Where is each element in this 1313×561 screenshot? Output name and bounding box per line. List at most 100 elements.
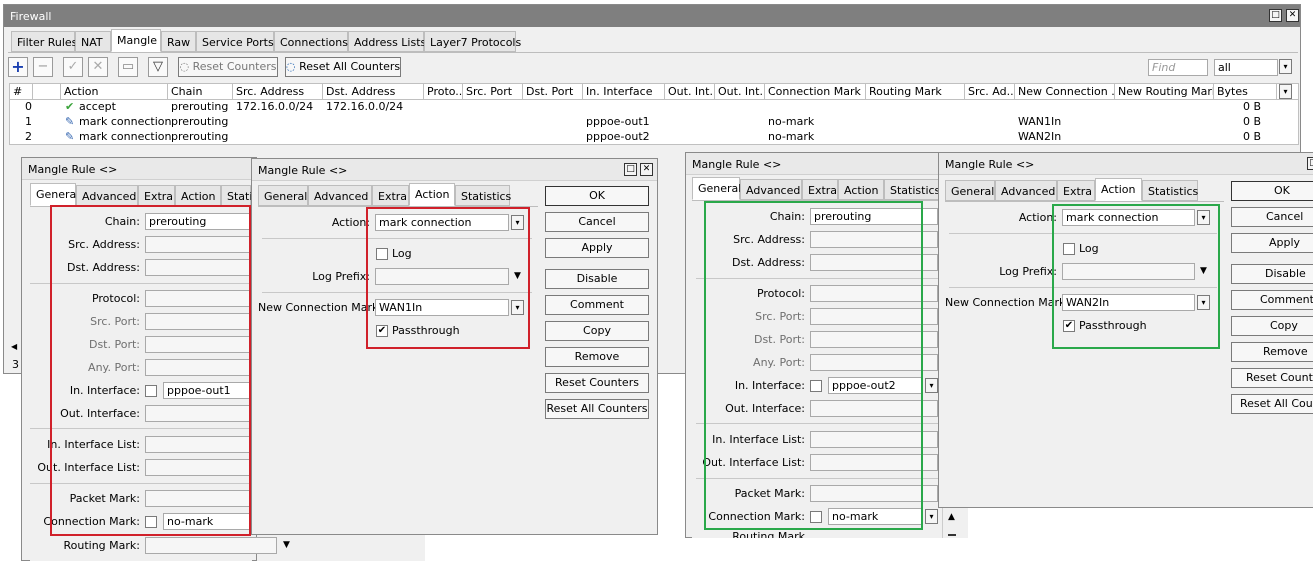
tab-advanced[interactable]: Advanced: [995, 180, 1057, 201]
tab-general[interactable]: General: [945, 180, 995, 201]
col-bytes[interactable]: Bytes: [1214, 84, 1277, 99]
remove-icon[interactable]: −: [33, 57, 53, 77]
reset-counters-button[interactable]: ◌ Reset Counters: [178, 57, 278, 77]
reset-all-counters-button[interactable]: Reset All Counters: [545, 399, 649, 419]
reset-counters-button[interactable]: Reset Counter: [1231, 368, 1313, 388]
filter-dropdown-icon[interactable]: ▾: [1279, 59, 1292, 74]
label-new-connection-mark: New Connection Mark:: [945, 296, 1070, 309]
col-new-routing-mark[interactable]: New Routing Mark: [1115, 84, 1214, 99]
enable-icon[interactable]: ✓: [63, 57, 83, 77]
tab-action[interactable]: Action: [1095, 178, 1142, 201]
copy-button[interactable]: Copy: [545, 321, 649, 341]
filter-icon[interactable]: ▽: [148, 57, 168, 77]
col-out-interface-list[interactable]: Out. Int...: [715, 84, 765, 99]
col-num[interactable]: #: [10, 84, 33, 99]
tab-statistics[interactable]: Statistics: [884, 179, 940, 200]
tab-statistics[interactable]: Statistics: [455, 185, 511, 206]
col-dst-address[interactable]: Dst. Address: [323, 84, 424, 99]
tab-raw[interactable]: Raw: [161, 31, 196, 52]
in-interface-dropdown-icon[interactable]: ▾: [925, 378, 938, 393]
apply-button[interactable]: Apply: [545, 238, 649, 258]
tab-extra[interactable]: Extra: [138, 185, 175, 206]
filter-select[interactable]: all: [1214, 59, 1278, 76]
tab-statistics[interactable]: Statis: [221, 185, 258, 206]
label-routing-mark: Routing Mark:: [63, 539, 140, 552]
tab-general[interactable]: General: [258, 185, 308, 206]
tab-extra[interactable]: Extra: [1057, 180, 1095, 201]
reset-all-counters-button[interactable]: ◌ Reset All Counters: [285, 57, 401, 77]
reset-counters-button[interactable]: Reset Counters: [545, 373, 649, 393]
tab-strip-line: [8, 52, 1298, 53]
connection-mark-dropdown-icon[interactable]: ▾: [925, 509, 938, 524]
copy-button[interactable]: Copy: [1231, 316, 1313, 336]
label-log-prefix: Log Prefix:: [999, 265, 1057, 278]
firewall-title: Firewall: [10, 10, 52, 23]
tab-action[interactable]: Action: [175, 185, 221, 206]
col-out-interface[interactable]: Out. Int...: [665, 84, 715, 99]
maximize-icon[interactable]: □: [624, 163, 637, 176]
dialog-titlebar: Mangle Rule <>: [686, 153, 942, 175]
col-action[interactable]: Action: [61, 84, 168, 99]
row-src: 172.16.0.0/24: [236, 100, 314, 113]
close-icon[interactable]: ✕: [640, 163, 653, 176]
row-action: mark connection: [79, 130, 172, 143]
apply-button[interactable]: Apply: [1231, 233, 1313, 253]
tab-extra[interactable]: Extra: [372, 185, 409, 206]
reset-counters-label: Reset Counters: [192, 60, 277, 73]
red-highlight-action-1: [366, 207, 530, 349]
tab-action[interactable]: Action: [409, 183, 455, 206]
col-routing-mark[interactable]: Routing Mark: [866, 84, 965, 99]
tab-connections[interactable]: Connections: [274, 31, 348, 52]
scroll-line: [948, 534, 956, 536]
col-src-address[interactable]: Src. Address: [233, 84, 323, 99]
disable-icon[interactable]: ✕: [88, 57, 108, 77]
comment-button[interactable]: Comment: [545, 295, 649, 315]
find-input[interactable]: Find: [1148, 59, 1208, 76]
comment-button[interactable]: Comment: [1231, 290, 1313, 310]
maximize-icon[interactable]: □: [1269, 9, 1282, 22]
reset-all-counters-button[interactable]: Reset All Count: [1231, 394, 1313, 414]
comment-icon[interactable]: ▭: [118, 57, 138, 77]
remove-button[interactable]: Remove: [545, 347, 649, 367]
tab-advanced[interactable]: Advanced: [308, 185, 372, 206]
tab-filter-rules[interactable]: Filter Rules: [11, 31, 77, 52]
tab-address-lists[interactable]: Address Lists: [348, 31, 426, 52]
close-icon[interactable]: ✕: [1286, 9, 1299, 22]
tab-mangle[interactable]: Mangle: [111, 29, 161, 52]
scroll-left-icon[interactable]: ◀: [11, 342, 17, 351]
ok-button[interactable]: OK: [545, 186, 649, 206]
cancel-button[interactable]: Cancel: [545, 212, 649, 232]
tab-action[interactable]: Action: [838, 179, 884, 200]
tab-service-ports[interactable]: Service Ports: [196, 31, 274, 52]
col-new-connection-mark[interactable]: New Connection ...: [1015, 84, 1115, 99]
add-icon[interactable]: +: [8, 57, 28, 77]
tab-statistics[interactable]: Statistics: [1142, 180, 1198, 201]
tab-advanced[interactable]: Advanced: [740, 179, 802, 200]
disable-button[interactable]: Disable: [545, 269, 649, 289]
ok-button[interactable]: OK: [1231, 181, 1313, 201]
col-in-interface[interactable]: In. Interface: [583, 84, 665, 99]
tab-extra[interactable]: Extra: [802, 179, 838, 200]
tab-general[interactable]: General: [692, 177, 741, 200]
scroll-up-icon[interactable]: ▲: [948, 512, 955, 522]
tab-nat[interactable]: NAT: [75, 31, 111, 52]
col-connection-mark[interactable]: Connection Mark: [765, 84, 866, 99]
col-src-port[interactable]: Src. Port: [463, 84, 523, 99]
col-protocol[interactable]: Proto...: [424, 84, 463, 99]
col-src-address-list[interactable]: Src. Ad...: [965, 84, 1015, 99]
col-chain[interactable]: Chain: [168, 84, 233, 99]
label-action: Action:: [1018, 211, 1057, 224]
red-highlight-general-1: [50, 205, 251, 536]
tab-layer7-protocols[interactable]: Layer7 Protocols: [424, 31, 521, 52]
row-num: 1: [25, 115, 32, 128]
remove-button[interactable]: Remove: [1231, 342, 1313, 362]
tab-advanced[interactable]: Advanced: [76, 185, 138, 206]
columns-menu-icon[interactable]: ▾: [1279, 84, 1292, 99]
tab-general[interactable]: General: [30, 183, 79, 206]
col-dst-port[interactable]: Dst. Port: [523, 84, 583, 99]
cancel-button[interactable]: Cancel: [1231, 207, 1313, 227]
maximize-icon[interactable]: □: [1307, 157, 1313, 170]
disable-button[interactable]: Disable: [1231, 264, 1313, 284]
reset-all-counters-icon: ◌: [286, 60, 300, 73]
row-action: accept: [79, 100, 116, 113]
